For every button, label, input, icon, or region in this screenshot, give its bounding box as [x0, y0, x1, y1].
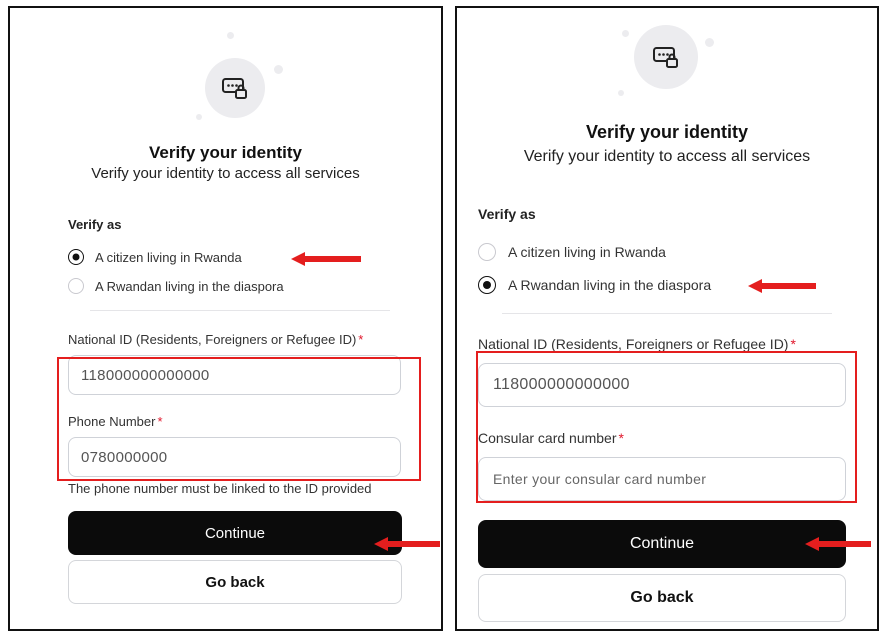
- radio-citizen-rwanda[interactable]: A citizen living in Rwanda: [68, 249, 242, 265]
- verify-as-label: Verify as: [478, 206, 536, 222]
- required-asterisk: *: [157, 414, 163, 429]
- id-card-lock-icon: [653, 47, 678, 68]
- divider: [502, 313, 832, 314]
- national-id-label: National ID (Residents, Foreigners or Re…: [478, 336, 796, 352]
- consular-card-label-text: Consular card number: [478, 430, 617, 446]
- national-id-label-text: National ID (Residents, Foreigners or Re…: [478, 336, 789, 352]
- arrow-left-icon: [748, 279, 816, 293]
- decorative-dot: [274, 65, 283, 74]
- continue-button[interactable]: Continue: [68, 511, 402, 555]
- continue-button[interactable]: Continue: [478, 520, 846, 568]
- phone-number-input[interactable]: 0780000000: [68, 437, 401, 477]
- phone-helper-text: The phone number must be linked to the I…: [68, 481, 372, 496]
- id-card-lock-icon: [222, 78, 247, 99]
- page-title: Verify your identity: [585, 122, 749, 142]
- national-id-input[interactable]: 118000000000000: [68, 355, 401, 395]
- page-subtitle: Verify your identity to access all servi…: [91, 165, 360, 182]
- page-subtitle: Verify your identity to access all servi…: [523, 148, 811, 165]
- phone-number-label-text: Phone Number: [68, 414, 156, 429]
- national-id-label-text: National ID (Residents, Foreigners or Re…: [68, 332, 357, 347]
- radio-rwandan-diaspora[interactable]: A Rwandan living in the diaspora: [68, 278, 284, 294]
- arrow-left-icon: [374, 537, 440, 551]
- radio-label: A citizen living in Rwanda: [508, 244, 666, 260]
- consular-card-input[interactable]: Enter your consular card number: [478, 457, 846, 501]
- go-back-button[interactable]: Go back: [68, 560, 402, 604]
- decorative-dot: [227, 32, 234, 39]
- radio-label: A Rwandan living in the diaspora: [95, 278, 284, 294]
- page-title: Verify your identity: [148, 143, 303, 162]
- radio-unselected-icon[interactable]: [68, 278, 84, 294]
- arrow-left-icon: [805, 537, 871, 551]
- phone-number-label: Phone Number *: [68, 414, 163, 429]
- decorative-dot: [622, 30, 629, 37]
- radio-label: A Rwandan living in the diaspora: [508, 277, 712, 293]
- required-asterisk: *: [618, 430, 624, 446]
- decorative-dot: [705, 38, 714, 47]
- divider: [90, 310, 390, 311]
- radio-selected-icon[interactable]: [478, 276, 496, 294]
- verify-as-label: Verify as: [68, 217, 122, 232]
- required-asterisk: *: [790, 336, 796, 352]
- radio-unselected-icon[interactable]: [478, 243, 496, 261]
- national-id-input[interactable]: 118000000000000: [478, 363, 846, 407]
- radio-rwandan-diaspora[interactable]: A Rwandan living in the diaspora: [478, 276, 711, 294]
- consular-card-label: Consular card number *: [478, 430, 624, 446]
- national-id-label: National ID (Residents, Foreigners or Re…: [68, 332, 363, 347]
- arrow-left-icon: [291, 252, 361, 266]
- radio-label: A citizen living in Rwanda: [95, 249, 242, 265]
- radio-selected-icon[interactable]: [68, 249, 84, 265]
- radio-citizen-rwanda[interactable]: A citizen living in Rwanda: [478, 243, 666, 261]
- required-asterisk: *: [358, 332, 364, 347]
- decorative-dot: [196, 114, 202, 120]
- go-back-button[interactable]: Go back: [478, 574, 846, 622]
- decorative-dot: [618, 90, 624, 96]
